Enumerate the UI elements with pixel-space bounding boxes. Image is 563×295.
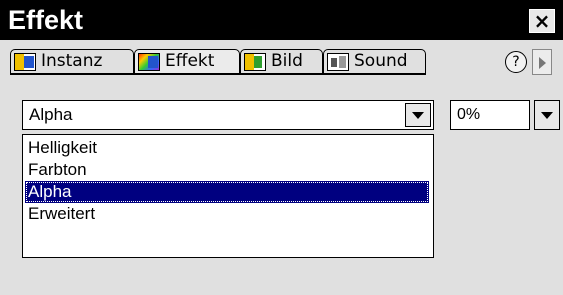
- effect-icon: [138, 53, 160, 71]
- tab-label: Sound: [354, 51, 408, 71]
- image-icon: [244, 53, 266, 71]
- dropdown-arrow-icon[interactable]: [405, 103, 431, 127]
- window-title: Effekt: [8, 5, 84, 35]
- list-item-alpha[interactable]: Alpha: [25, 181, 429, 203]
- help-button[interactable]: ?: [505, 51, 527, 73]
- tab-sound[interactable]: Sound: [323, 49, 426, 75]
- amount-dropdown-button[interactable]: [534, 100, 560, 130]
- tab-label: Effekt: [165, 51, 215, 71]
- amount-value: 0%: [457, 106, 481, 123]
- tab-label: Bild: [271, 51, 303, 71]
- amount-field[interactable]: 0%: [450, 100, 530, 130]
- instance-icon: [14, 53, 36, 71]
- list-item-farbton[interactable]: Farbton: [25, 159, 429, 181]
- effect-select[interactable]: Alpha: [22, 100, 434, 130]
- list-item-helligkeit[interactable]: Helligkeit: [25, 137, 429, 159]
- title-bar: Effekt ×: [0, 0, 563, 40]
- effect-select-value: Alpha: [29, 105, 73, 124]
- tab-scroll-right-button[interactable]: [532, 49, 552, 75]
- tab-effekt[interactable]: Effekt: [134, 49, 240, 75]
- tab-instanz[interactable]: Instanz: [10, 49, 134, 75]
- tab-strip: Instanz Effekt Bild Sound ?: [0, 40, 563, 88]
- list-item-erweitert[interactable]: Erweitert: [25, 203, 429, 225]
- close-button[interactable]: ×: [529, 9, 555, 33]
- effect-dropdown-list: Helligkeit Farbton Alpha Erweitert: [22, 134, 434, 258]
- sound-icon: [327, 53, 349, 71]
- tab-bild[interactable]: Bild: [240, 49, 323, 75]
- tab-label: Instanz: [41, 51, 103, 71]
